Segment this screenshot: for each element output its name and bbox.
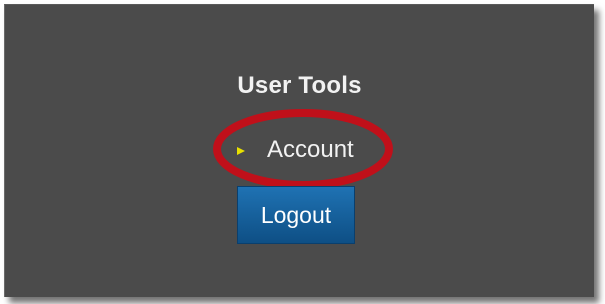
user-tools-title: User Tools: [237, 72, 362, 99]
logout-button[interactable]: Logout: [237, 186, 355, 244]
user-tools-panel: User Tools Account Logout: [4, 4, 594, 297]
arrow-right-icon: [237, 147, 245, 155]
account-label: Account: [267, 136, 354, 163]
account-link[interactable]: Account: [237, 130, 354, 170]
